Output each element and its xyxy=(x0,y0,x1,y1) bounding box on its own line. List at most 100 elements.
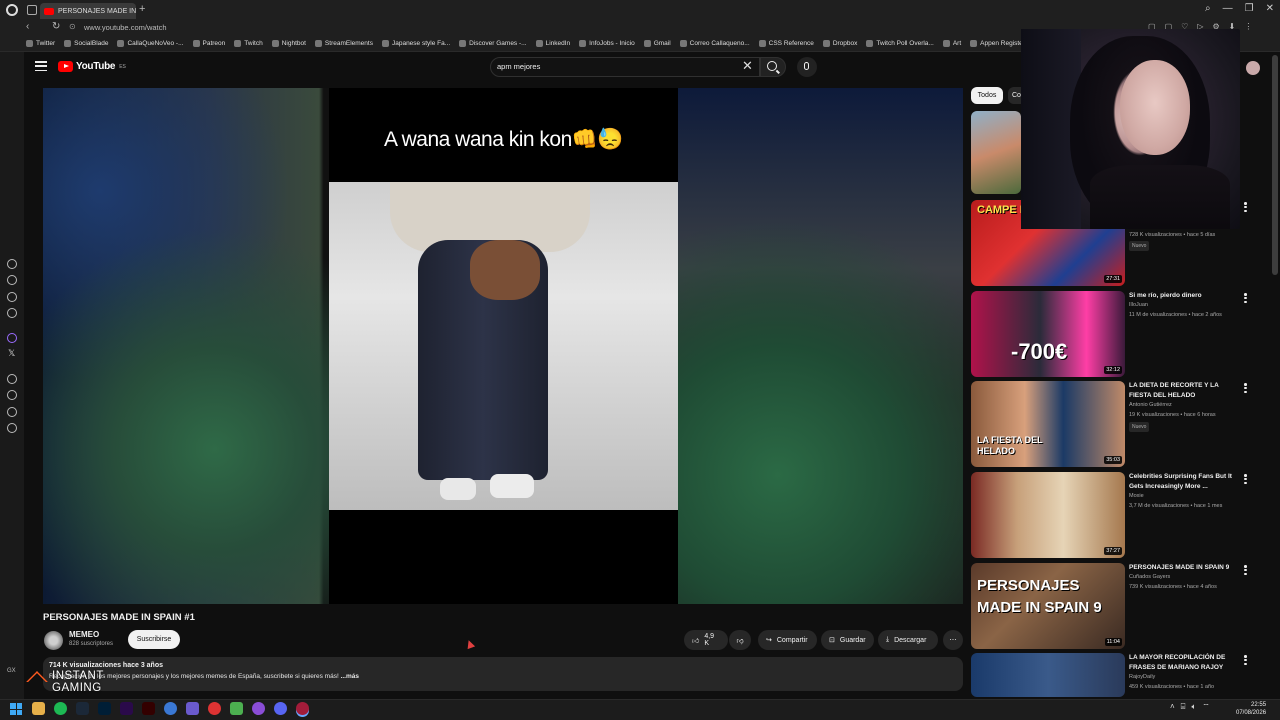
channel-name[interactable]: RajoyDaily xyxy=(1129,674,1155,680)
telegram-icon[interactable] xyxy=(7,292,17,302)
url-field[interactable]: www.youtube.com/watch xyxy=(84,23,167,32)
video-thumbnail[interactable]: -700€ 32:12 xyxy=(971,291,1125,377)
video-thumbnail[interactable] xyxy=(971,111,1021,194)
video-title[interactable]: LA DIETA DE RECORTE Y LA FIESTA DEL HELA… xyxy=(1129,381,1241,400)
illustrator-icon[interactable] xyxy=(142,702,155,715)
channel-name[interactable]: Cuñados Gayers xyxy=(1129,574,1170,580)
subscribe-button[interactable]: Suscribirse xyxy=(128,630,180,649)
gx-icon[interactable]: GX xyxy=(7,668,16,674)
save-button[interactable]: ⊡ Guardar xyxy=(821,630,874,650)
chip-all[interactable]: Todos xyxy=(971,87,1003,104)
system-clock[interactable]: 22:55 07/08/2026 xyxy=(1236,701,1266,717)
channel-name[interactable]: Antonio Gutiérrez xyxy=(1129,402,1172,408)
bookmark-item[interactable]: Twitch Poll Overla... xyxy=(866,40,934,47)
more-actions-button[interactable]: ⋯ xyxy=(943,630,963,650)
menu-icon[interactable] xyxy=(35,61,47,71)
settings-icon[interactable] xyxy=(7,423,17,433)
windows-start-icon[interactable] xyxy=(10,703,22,715)
new-tab-button[interactable]: + xyxy=(139,3,145,15)
dislike-button[interactable]: 👎︎ xyxy=(729,630,751,650)
obs-icon[interactable] xyxy=(252,702,265,715)
clear-search-icon[interactable]: ✕ xyxy=(742,58,753,74)
back-icon[interactable]: ‹ xyxy=(26,21,29,32)
steam-icon[interactable] xyxy=(76,702,89,715)
like-button[interactable]: 👍︎ 4,9 K xyxy=(684,630,728,650)
messenger-icon[interactable] xyxy=(7,259,17,269)
bookmark-item[interactable]: Gmail xyxy=(643,40,671,47)
bookmark-item[interactable]: SocialBlade xyxy=(64,40,108,47)
bookmark-item[interactable]: Twitch xyxy=(234,40,263,47)
bookmark-item[interactable]: Twitter xyxy=(26,40,55,47)
video-options-icon[interactable] xyxy=(1244,293,1247,303)
cube-icon[interactable] xyxy=(7,407,17,417)
x-icon[interactable]: 𝕏 xyxy=(8,348,15,359)
video-thumbnail[interactable]: LA FIESTA DEL HELADO 35:03 xyxy=(971,381,1125,467)
maximize-button[interactable]: ❐ xyxy=(1245,3,1254,14)
whatsapp-icon[interactable] xyxy=(7,275,17,285)
account-avatar[interactable] xyxy=(1246,61,1260,75)
channel-name[interactable]: MEMEO xyxy=(69,630,99,639)
video-options-icon[interactable] xyxy=(1244,655,1247,665)
bookmark-item[interactable]: Correo Callaqueno... xyxy=(679,40,750,47)
video-options-icon[interactable] xyxy=(1244,383,1247,393)
grid-app-icon[interactable] xyxy=(186,702,199,715)
video-thumbnail[interactable] xyxy=(971,653,1125,697)
channel-avatar[interactable] xyxy=(44,631,63,650)
volume-icon[interactable]: 🔈︎ xyxy=(1191,702,1196,712)
spotify-icon[interactable] xyxy=(54,702,67,715)
reload-icon[interactable]: ↻ xyxy=(52,21,60,32)
bookmark-item[interactable]: Appen Register xyxy=(970,40,1025,47)
bookmark-item[interactable]: Nightbot xyxy=(271,40,306,47)
bookmark-item[interactable]: Japanese style Fa... xyxy=(381,40,450,47)
video-title[interactable]: Celebrities Surprising Fans But It Gets … xyxy=(1129,472,1241,491)
photoshop-icon[interactable] xyxy=(98,702,111,715)
video-title[interactable]: PERSONAJES MADE IN SPAIN 9 xyxy=(1129,563,1241,573)
tab-overview-icon[interactable] xyxy=(27,5,37,15)
share-button[interactable]: ↪ Compartir xyxy=(758,630,817,650)
video-options-icon[interactable] xyxy=(1244,565,1247,575)
bookmark-item[interactable]: StreamElements xyxy=(314,40,373,47)
video-options-icon[interactable] xyxy=(1244,474,1247,484)
youtube-logo[interactable]: YouTube ES xyxy=(58,61,126,72)
video-thumbnail[interactable]: 37:27 xyxy=(971,472,1125,558)
channel-name[interactable]: Moxie xyxy=(1129,493,1144,499)
edge-icon[interactable] xyxy=(164,702,177,715)
instagram-icon[interactable] xyxy=(7,308,17,318)
channel-name[interactable]: IlloJuan xyxy=(1129,302,1148,308)
bookmark-item[interactable]: CallaQueNoVeo -... xyxy=(117,40,184,47)
active-tab[interactable]: PERSONAJES MADE IN... xyxy=(40,3,136,19)
premiere-icon[interactable] xyxy=(120,702,133,715)
minimize-button[interactable]: — xyxy=(1223,3,1233,14)
file-explorer-icon[interactable] xyxy=(32,702,45,715)
player-icon[interactable] xyxy=(7,374,17,384)
microphone-icon[interactable] xyxy=(804,62,809,70)
app-icon[interactable] xyxy=(230,702,243,715)
bookmark-item[interactable]: CSS Reference xyxy=(758,40,814,47)
video-title[interactable]: Si me río, pierdo dinero xyxy=(1129,291,1241,301)
close-button[interactable]: ✕ xyxy=(1266,3,1274,14)
download-button[interactable]: ⤓ Descargar xyxy=(878,630,938,650)
network-icon[interactable]: ⌸ xyxy=(1181,702,1186,712)
tray-chevron-icon[interactable]: ˄ xyxy=(1170,702,1175,712)
bookmark-item[interactable]: LinkedIn xyxy=(535,40,570,47)
bookmark-item[interactable]: Dropbox xyxy=(822,40,857,47)
wifi-icon[interactable]: ⌔ xyxy=(1202,702,1210,712)
opera-icon[interactable] xyxy=(6,4,18,16)
video-thumbnail[interactable]: PERSONAJES MADE IN SPAIN 9 11:04 xyxy=(971,563,1125,649)
history-icon[interactable] xyxy=(7,390,17,400)
bookmark-item[interactable]: Patreon xyxy=(192,40,225,47)
video-title[interactable]: LA MAYOR RECOPILACIÓN DE FRASES DE MARIA… xyxy=(1129,653,1241,672)
twitch-icon[interactable] xyxy=(7,333,17,343)
extension-icon[interactable]: ⋮ xyxy=(1244,22,1252,31)
scrollbar[interactable] xyxy=(1272,55,1278,275)
discord-icon[interactable] xyxy=(274,702,287,715)
bookmark-item[interactable]: Art xyxy=(942,40,961,47)
search-query[interactable]: apm mejores xyxy=(497,62,540,71)
bookmark-item[interactable]: InfoJobs - Inicio xyxy=(579,40,635,47)
search-icon[interactable] xyxy=(767,61,777,71)
lock-icon[interactable]: ⊙ xyxy=(69,22,76,31)
search-tabs-icon[interactable]: ⌕ xyxy=(1205,3,1211,14)
video-options-icon[interactable] xyxy=(1244,202,1247,212)
opera-gx-taskbar-icon[interactable] xyxy=(296,702,309,715)
bookmark-item[interactable]: Discover Games -... xyxy=(459,40,527,47)
